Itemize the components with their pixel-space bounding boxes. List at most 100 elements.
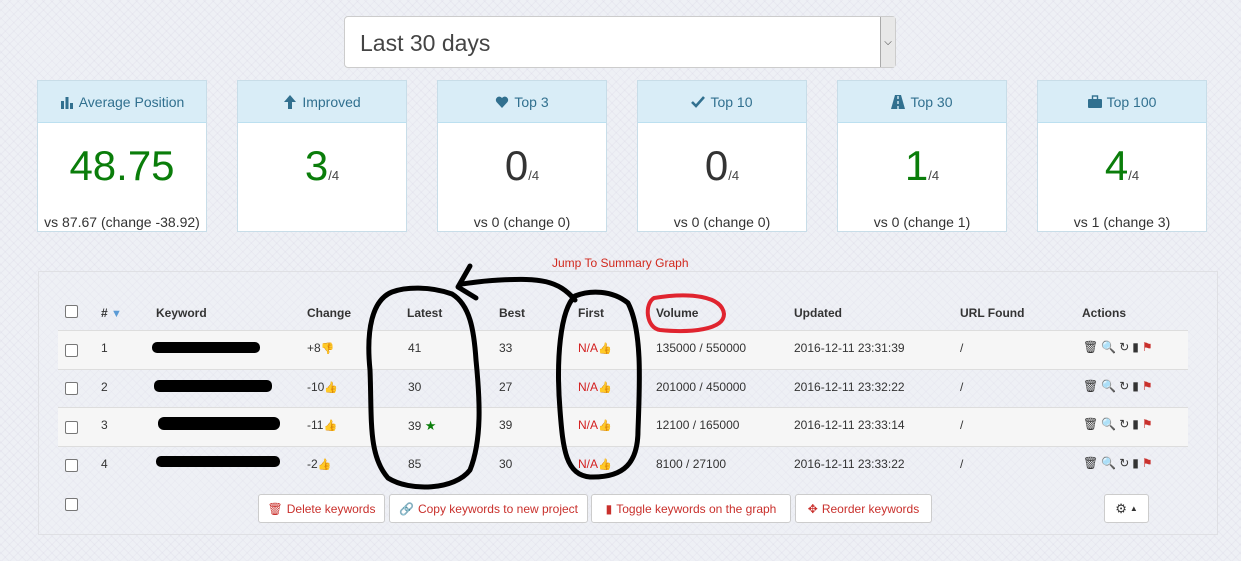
row-url[interactable]: / [960,418,963,432]
row-checkbox[interactable] [65,459,78,472]
col-actions-header: Actions [1082,306,1127,320]
copy-keywords-button[interactable]: 🔗 Copy keywords to new project [389,494,588,523]
trash-icon[interactable]: 🗑 [1083,417,1098,431]
sort-down-icon[interactable]: ▼ [111,308,122,320]
tag-icon[interactable]: ⚑ [1142,417,1153,431]
col-best-header[interactable]: Best [499,306,525,320]
col-latest-header[interactable]: Latest [407,306,442,320]
heart-icon [496,96,509,108]
row-url[interactable]: / [960,457,963,471]
bar-chart-icon [60,96,73,109]
row-volume: 12100 / 165000 [656,418,740,432]
row-latest: 85 [408,457,422,471]
card-header: Top 30 [838,81,1006,123]
refresh-icon[interactable]: ↻ [1119,456,1129,470]
toggle-keywords-graph-button[interactable]: ▮ Toggle keywords on the graph [591,494,791,523]
search-icon[interactable]: 🔍 [1101,379,1116,393]
row-change: -10👍 [307,380,339,394]
card-total: /4 [1128,168,1140,183]
card-title: Top 10 [710,93,753,110]
check-icon [691,95,706,108]
refresh-icon[interactable]: ↻ [1119,340,1129,354]
reorder-keywords-button[interactable]: ✥ Reorder keywords [795,494,932,523]
trash-icon: 🗑 [267,501,283,516]
row-url[interactable]: / [960,341,963,355]
card-total: /4 [328,168,340,183]
col-keyword-header[interactable]: Keyword [156,306,207,320]
card-value: 48.75 [69,142,175,189]
card-comparison: vs 0 (change 0) [673,214,771,230]
col-volume-header[interactable]: Volume [656,306,698,320]
road-icon [891,94,906,109]
delete-keywords-button[interactable]: 🗑 Delete keywords [258,494,385,523]
card-total: /4 [528,168,540,183]
tag-icon[interactable]: ⚑ [1142,456,1153,470]
bulk-select-checkbox[interactable] [65,498,78,511]
bar-chart-icon[interactable]: ▮ [1132,379,1139,393]
trash-icon[interactable]: 🗑 [1083,379,1098,393]
chevron-down-icon[interactable]: ⌵ [880,17,895,67]
row-updated: 2016-12-11 23:32:22 [794,380,905,394]
thumbs-up-icon: 👍 [598,343,612,355]
tag-icon[interactable]: ⚑ [1142,340,1153,354]
move-icon: ✥ [807,501,818,516]
card-comparison: vs 0 (change 1) [873,214,971,230]
select-all-checkbox[interactable] [65,305,78,318]
thumbs-up-icon: 👍 [324,382,339,394]
row-first: N/A👍 [578,457,612,471]
refresh-icon[interactable]: ↻ [1119,417,1129,431]
bar-chart-icon[interactable]: ▮ [1132,417,1139,431]
trash-icon[interactable]: 🗑 [1083,456,1098,470]
refresh-icon[interactable]: ↻ [1119,379,1129,393]
card-value: 0/4 [704,142,740,189]
card-top-30: Top 30 1/4 vs 0 (change 1) [837,80,1007,232]
card-top-10: Top 10 0/4 vs 0 (change 0) [637,80,807,232]
row-checkbox[interactable] [65,344,78,357]
card-title: Top 3 [514,93,549,110]
card-comparison: vs 0 (change 0) [473,214,571,230]
row-latest: 41 [408,341,422,355]
link-icon: 🔗 [398,501,414,516]
period-select[interactable]: Last 30 days ⌵ [344,16,896,68]
table-row [58,369,1188,408]
bar-chart-icon[interactable]: ▮ [1132,456,1139,470]
arrow-up-icon [284,94,297,109]
card-value: 0/4 [504,142,540,189]
row-change: -11👍 [307,418,338,432]
tag-icon[interactable]: ⚑ [1142,379,1153,393]
search-icon[interactable]: 🔍 [1101,456,1116,470]
card-top-100: Top 100 4/4 vs 1 (change 3) [1037,80,1207,232]
jump-to-summary-graph-link[interactable]: Jump To Summary Graph [552,256,689,270]
col-first-header[interactable]: First [578,306,604,320]
trash-icon[interactable]: 🗑 [1083,340,1098,354]
card-average-position: Average Position 48.75 vs 87.67 (change … [37,80,207,232]
search-icon[interactable]: 🔍 [1101,340,1116,354]
row-change: -2👍 [307,457,332,471]
row-first: N/A👍 [578,418,612,432]
row-url[interactable]: / [960,380,963,394]
row-num: 4 [101,457,108,471]
card-header: Top 3 [438,81,606,123]
row-actions: 🗑 🔍 ↻ ▮ ⚑ [1083,379,1153,393]
row-num: 1 [101,341,108,355]
col-change-header[interactable]: Change [307,306,351,320]
caret-up-icon: ▲ [1129,504,1138,513]
col-num-header[interactable]: # ▼ [101,306,122,320]
row-checkbox[interactable] [65,421,78,434]
row-checkbox[interactable] [65,382,78,395]
row-best: 33 [499,341,513,355]
row-first: N/A👍 [578,341,612,355]
thumbs-up-icon: 👍 [598,382,612,394]
col-url-header[interactable]: URL Found [960,306,1024,320]
card-title: Improved [302,93,361,110]
thumbs-up-icon: 👍 [598,420,612,432]
col-updated-header[interactable]: Updated [794,306,842,320]
table-row [58,446,1188,485]
thumbs-down-icon: 👎 [320,343,335,355]
bar-chart-icon[interactable]: ▮ [1132,340,1139,354]
row-best: 27 [499,380,513,394]
row-latest: 30 [408,380,422,394]
row-actions: 🗑 🔍 ↻ ▮ ⚑ [1083,417,1153,431]
search-icon[interactable]: 🔍 [1101,417,1116,431]
settings-dropdown-button[interactable]: ⚙ ▲ [1104,494,1149,523]
